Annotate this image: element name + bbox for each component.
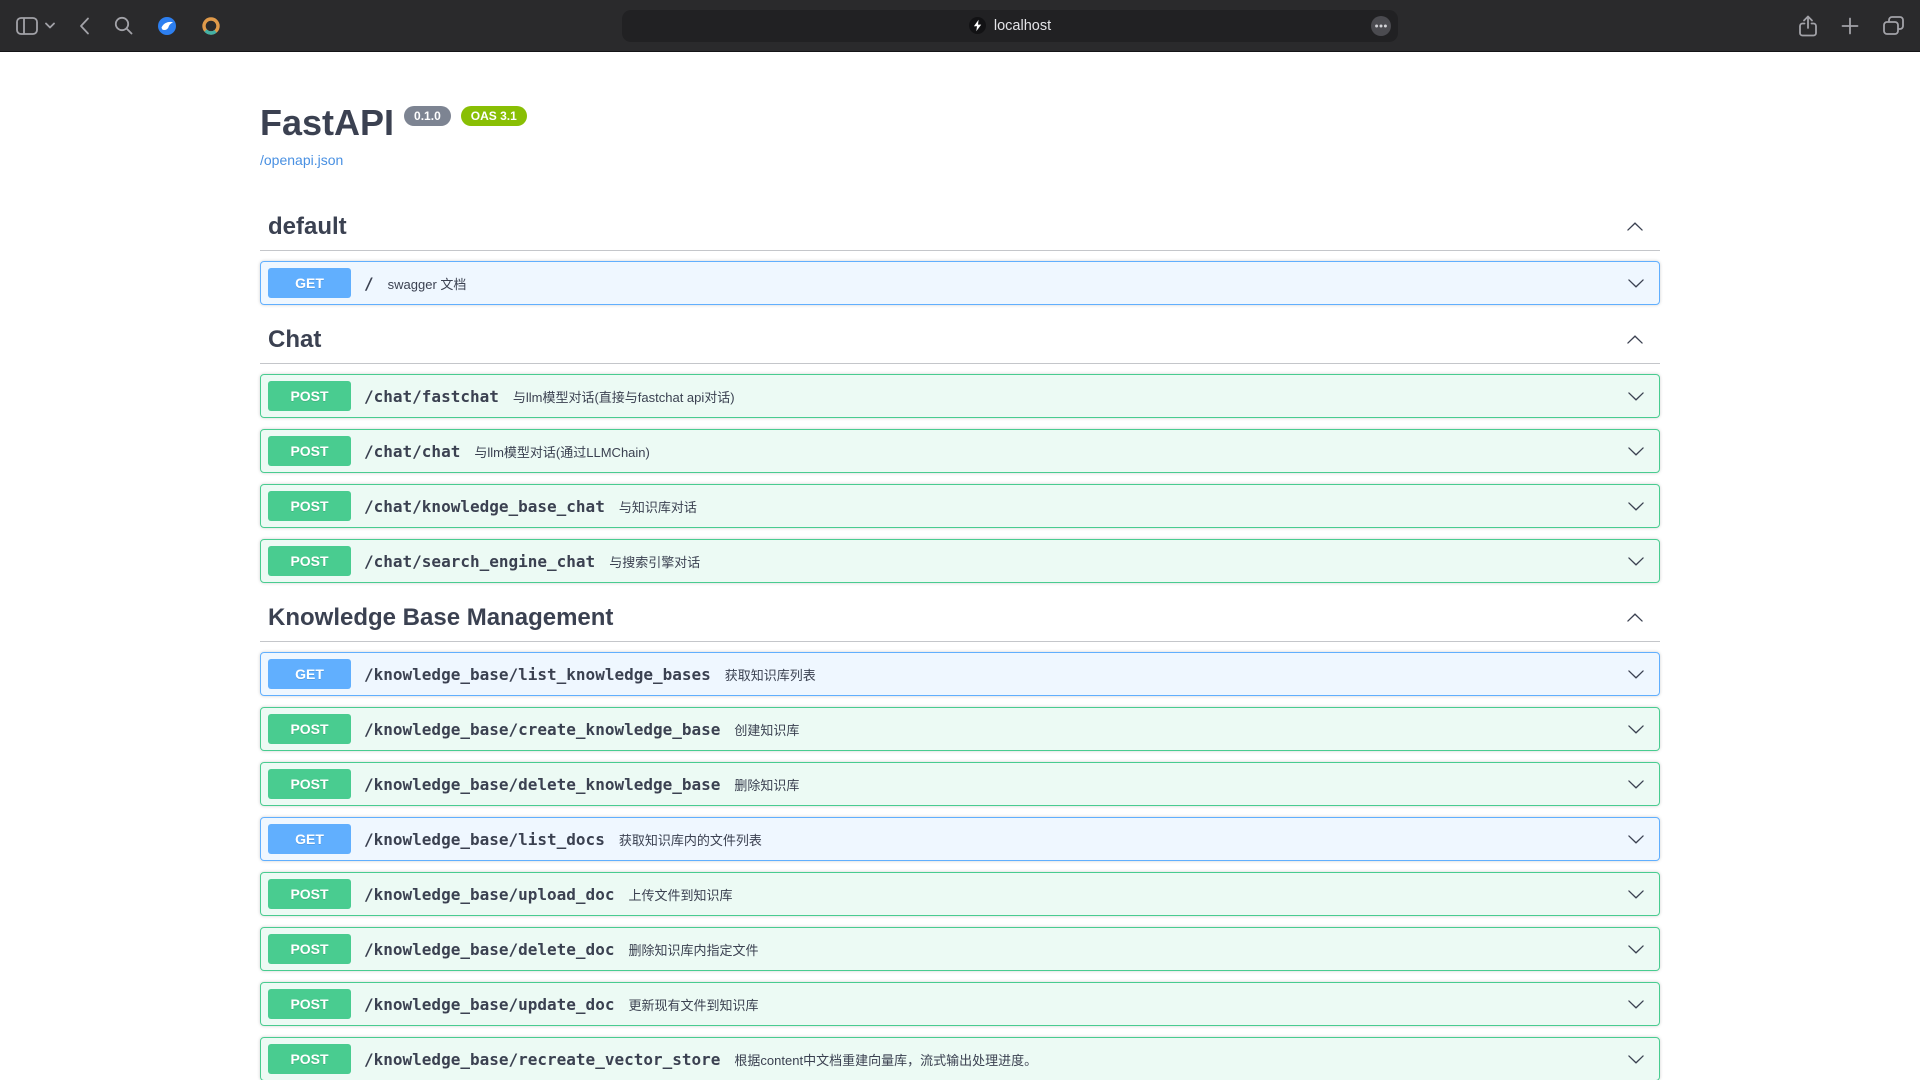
extension-ring-icon[interactable] bbox=[201, 16, 221, 36]
operation-path: /knowledge_base/list_knowledge_bases bbox=[364, 665, 711, 684]
operation-summary: 上传文件到知识库 bbox=[628, 885, 1617, 904]
chevron-down-icon[interactable] bbox=[1627, 665, 1645, 683]
method-badge: POST bbox=[268, 546, 351, 576]
chevron-down-icon[interactable] bbox=[1627, 830, 1645, 848]
method-badge: POST bbox=[268, 769, 351, 799]
section-title: Chat bbox=[268, 325, 321, 355]
chevron-down-icon[interactable] bbox=[1627, 497, 1645, 515]
operation-summary: 删除知识库内指定文件 bbox=[628, 940, 1617, 959]
operation-summary: 更新现有文件到知识库 bbox=[628, 995, 1617, 1014]
page-menu-icon[interactable] bbox=[1370, 15, 1392, 37]
search-icon[interactable] bbox=[114, 16, 133, 35]
method-badge: POST bbox=[268, 436, 351, 466]
operation-path: /chat/chat bbox=[364, 442, 460, 461]
chevron-down-icon[interactable] bbox=[1627, 274, 1645, 292]
operation-path: /knowledge_base/list_docs bbox=[364, 830, 605, 849]
sidebar-chevron-down-icon[interactable] bbox=[45, 22, 55, 29]
operation-row[interactable]: POST /chat/fastchat 与llm模型对话(直接与fastchat… bbox=[260, 374, 1660, 418]
section-header-default[interactable]: default bbox=[260, 208, 1660, 251]
api-info: FastAPI 0.1.0 OAS 3.1 /openapi.json bbox=[260, 102, 1660, 170]
extension-bird-icon[interactable] bbox=[157, 16, 177, 36]
operation-row[interactable]: GET / swagger 文档 bbox=[260, 261, 1660, 305]
method-badge: GET bbox=[268, 268, 351, 298]
chevron-down-icon[interactable] bbox=[1627, 775, 1645, 793]
page-title: FastAPI 0.1.0 OAS 3.1 bbox=[260, 102, 1660, 144]
operation-summary: 与搜索引擎对话 bbox=[609, 552, 1617, 571]
swagger-page: FastAPI 0.1.0 OAS 3.1 /openapi.json defa… bbox=[0, 52, 1920, 1080]
method-badge: GET bbox=[268, 659, 351, 689]
chevron-up-icon[interactable] bbox=[1626, 218, 1644, 236]
method-badge: POST bbox=[268, 989, 351, 1019]
tab-overview-icon[interactable] bbox=[1883, 16, 1904, 35]
operation-path: /knowledge_base/update_doc bbox=[364, 995, 614, 1014]
operation-row[interactable]: GET /knowledge_base/list_knowledge_bases… bbox=[260, 652, 1660, 696]
operation-path: /knowledge_base/delete_knowledge_base bbox=[364, 775, 720, 794]
operation-path: /knowledge_base/upload_doc bbox=[364, 885, 614, 904]
method-badge: POST bbox=[268, 1044, 351, 1074]
operation-path: /knowledge_base/create_knowledge_base bbox=[364, 720, 720, 739]
oas-badge: OAS 3.1 bbox=[461, 106, 527, 126]
operation-path: /chat/fastchat bbox=[364, 387, 499, 406]
operation-summary: swagger 文档 bbox=[388, 274, 1617, 293]
chevron-down-icon[interactable] bbox=[1627, 442, 1645, 460]
operation-row[interactable]: POST /chat/chat 与llm模型对话(通过LLMChain) bbox=[260, 429, 1660, 473]
operation-row[interactable]: POST /knowledge_base/update_doc 更新现有文件到知… bbox=[260, 982, 1660, 1026]
chevron-down-icon[interactable] bbox=[1627, 387, 1645, 405]
chevron-down-icon[interactable] bbox=[1627, 552, 1645, 570]
operation-summary: 获取知识库内的文件列表 bbox=[619, 830, 1617, 849]
operation-summary: 与知识库对话 bbox=[619, 497, 1617, 516]
operation-row[interactable]: POST /knowledge_base/upload_doc 上传文件到知识库 bbox=[260, 872, 1660, 916]
method-badge: POST bbox=[268, 714, 351, 744]
operation-row[interactable]: POST /knowledge_base/create_knowledge_ba… bbox=[260, 707, 1660, 751]
share-icon[interactable] bbox=[1799, 15, 1817, 37]
operation-summary: 与llm模型对话(直接与fastchat api对话) bbox=[513, 387, 1617, 406]
section-title: default bbox=[268, 212, 347, 242]
back-icon[interactable] bbox=[79, 17, 90, 35]
operation-path: /knowledge_base/recreate_vector_store bbox=[364, 1050, 720, 1069]
chevron-down-icon[interactable] bbox=[1627, 940, 1645, 958]
version-badge: 0.1.0 bbox=[404, 106, 451, 126]
address-text: localhost bbox=[994, 18, 1051, 34]
chevron-down-icon[interactable] bbox=[1627, 720, 1645, 738]
section-header-chat[interactable]: Chat bbox=[260, 321, 1660, 364]
operation-summary: 与llm模型对话(通过LLMChain) bbox=[474, 442, 1617, 461]
new-tab-icon[interactable] bbox=[1841, 17, 1859, 35]
site-favicon-icon bbox=[969, 17, 986, 34]
operation-summary: 创建知识库 bbox=[734, 720, 1617, 739]
method-badge: GET bbox=[268, 824, 351, 854]
section-header-knowledge-base-management[interactable]: Knowledge Base Management bbox=[260, 599, 1660, 642]
operation-row[interactable]: POST /knowledge_base/recreate_vector_sto… bbox=[260, 1037, 1660, 1080]
chevron-down-icon[interactable] bbox=[1627, 995, 1645, 1013]
operation-path: / bbox=[364, 274, 374, 293]
operation-summary: 获取知识库列表 bbox=[725, 665, 1617, 684]
chevron-up-icon[interactable] bbox=[1626, 609, 1644, 627]
operation-path: /chat/knowledge_base_chat bbox=[364, 497, 605, 516]
address-bar[interactable]: localhost bbox=[622, 10, 1398, 42]
operation-path: /chat/search_engine_chat bbox=[364, 552, 595, 571]
sidebar-toggle-icon[interactable] bbox=[16, 17, 38, 35]
operation-path: /knowledge_base/delete_doc bbox=[364, 940, 614, 959]
api-title: FastAPI bbox=[260, 102, 394, 144]
browser-toolbar: localhost bbox=[0, 0, 1920, 52]
chevron-down-icon[interactable] bbox=[1627, 1050, 1645, 1068]
operation-row[interactable]: POST /knowledge_base/delete_knowledge_ba… bbox=[260, 762, 1660, 806]
operation-summary: 根据content中文档重建向量库，流式输出处理进度。 bbox=[734, 1050, 1617, 1069]
section-title: Knowledge Base Management bbox=[268, 603, 613, 633]
operation-summary: 删除知识库 bbox=[734, 775, 1617, 794]
operation-row[interactable]: POST /knowledge_base/delete_doc 删除知识库内指定… bbox=[260, 927, 1660, 971]
operation-row[interactable]: POST /chat/knowledge_base_chat 与知识库对话 bbox=[260, 484, 1660, 528]
method-badge: POST bbox=[268, 381, 351, 411]
openapi-spec-link[interactable]: /openapi.json bbox=[260, 152, 343, 169]
chevron-down-icon[interactable] bbox=[1627, 885, 1645, 903]
operation-row[interactable]: POST /chat/search_engine_chat 与搜索引擎对话 bbox=[260, 539, 1660, 583]
chevron-up-icon[interactable] bbox=[1626, 331, 1644, 349]
method-badge: POST bbox=[268, 879, 351, 909]
operation-row[interactable]: GET /knowledge_base/list_docs 获取知识库内的文件列… bbox=[260, 817, 1660, 861]
method-badge: POST bbox=[268, 934, 351, 964]
method-badge: POST bbox=[268, 491, 351, 521]
